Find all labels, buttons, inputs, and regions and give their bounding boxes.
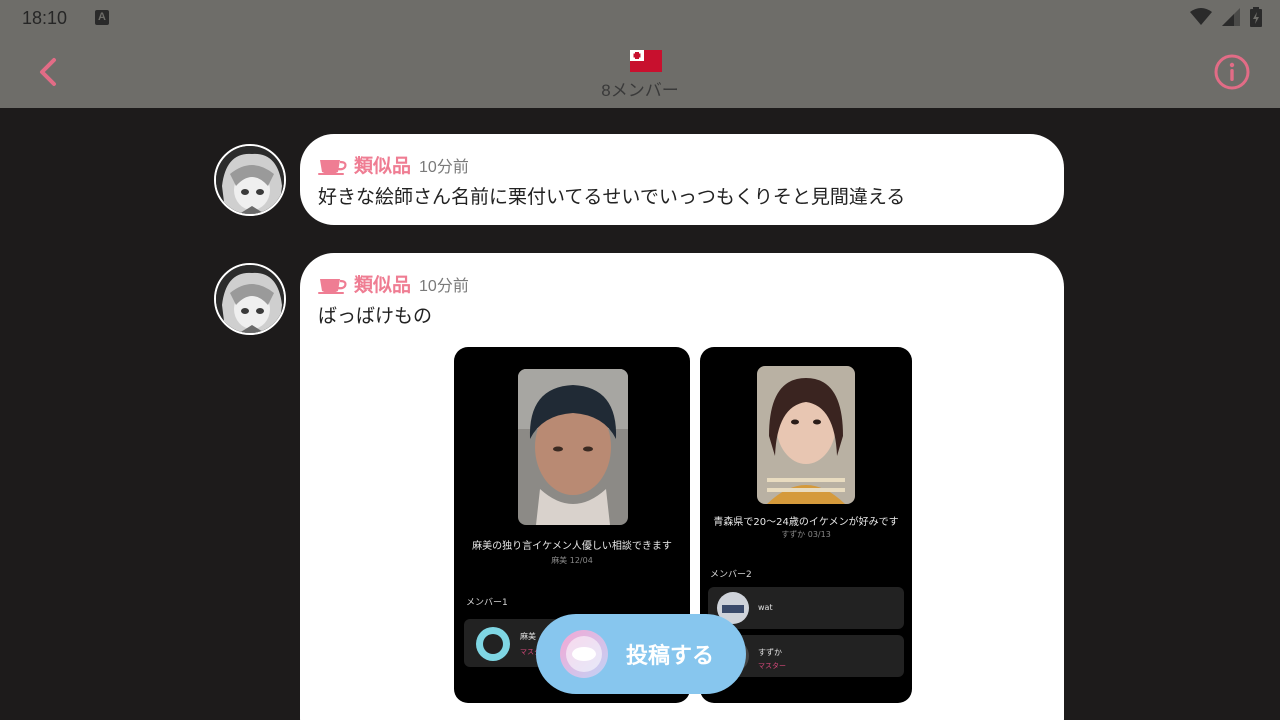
message-bubble: 類似品 10分前 好きな絵師さん名前に栗付いてるせいでいっつもくりそと見間違える	[300, 134, 1064, 225]
author-name[interactable]: 類似品	[354, 151, 411, 178]
image-subcaption: 麻美 12/04	[551, 556, 593, 565]
wifi-icon	[1190, 8, 1212, 25]
image-member-name: すずか	[758, 648, 782, 657]
face-photo	[518, 369, 628, 525]
message-time: 10分前	[419, 158, 469, 176]
image-member-name: wat	[758, 603, 773, 612]
avatar[interactable]	[214, 144, 286, 216]
image-caption: 青森県で20〜24歳のイケメンが好みです	[713, 517, 899, 528]
signal-icon	[1222, 8, 1240, 26]
image-member-row: wat	[708, 587, 904, 629]
teacup-icon	[318, 159, 347, 175]
post-button-label: 投稿する	[626, 644, 715, 669]
message-header: 類似品 10分前	[318, 270, 469, 297]
message-text: ばっばけもの	[318, 305, 433, 327]
image-caption: 麻美の独り言イケメン人優しい相談できます	[472, 541, 672, 552]
info-icon	[1214, 54, 1250, 90]
post-icon	[560, 630, 608, 678]
message-header: 類似品 10分前	[318, 151, 469, 178]
teacup-icon	[318, 278, 347, 294]
author-name[interactable]: 類似品	[354, 270, 411, 297]
avatar[interactable]	[214, 263, 286, 335]
info-button[interactable]	[1214, 54, 1250, 90]
member-count: 8メンバー	[601, 81, 679, 100]
image-member-name: 麻美	[520, 632, 536, 641]
chat-header: 8メンバー	[0, 36, 1280, 108]
message-time: 10分前	[419, 277, 469, 295]
tonga-flag-icon	[630, 50, 662, 72]
face-photo	[757, 366, 855, 504]
message-text: 好きな絵師さん名前に栗付いてるせいでいっつもくりそと見間違える	[318, 186, 906, 208]
image-member-role: マスター	[758, 662, 786, 670]
status-bar: 18:10 A	[0, 0, 1280, 36]
image-section: メンバー2	[710, 570, 752, 580]
status-time: 18:10	[22, 8, 68, 28]
keyboard-a-icon: A	[95, 10, 109, 25]
battery-icon	[1250, 7, 1262, 27]
image-section: メンバー1	[466, 598, 508, 608]
system-icons	[1190, 7, 1262, 27]
post-button[interactable]: 投稿する	[536, 614, 746, 694]
image-subcaption: すずか 03/13	[781, 530, 831, 539]
